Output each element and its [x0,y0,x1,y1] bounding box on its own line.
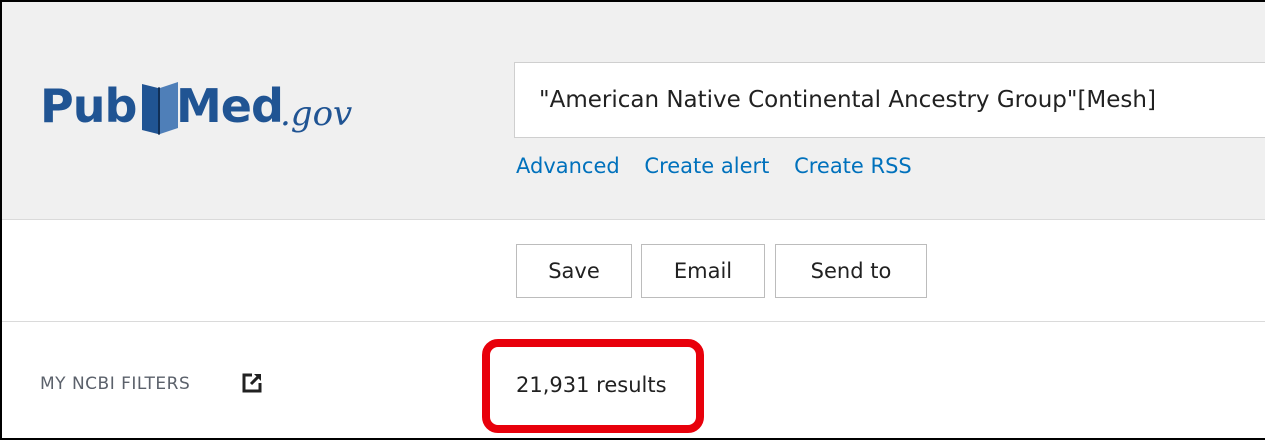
header: Pub Med .gov Advanced Create alert Creat… [2,2,1265,220]
save-button[interactable]: Save [516,244,632,298]
create-alert-link[interactable]: Create alert [644,154,769,178]
my-ncbi-filters-label[interactable]: MY NCBI FILTERS [40,374,190,394]
send-to-button[interactable]: Send to [775,244,927,298]
logo-pub-text: Pub [40,79,137,133]
pubmed-logo[interactable]: Pub Med .gov [40,78,400,138]
email-button[interactable]: Email [641,244,765,298]
page-frame: Pub Med .gov Advanced Create alert Creat… [0,0,1265,440]
logo-med-text: Med [176,79,284,133]
advanced-search-link[interactable]: Advanced [516,154,620,178]
create-rss-link[interactable]: Create RSS [794,154,912,178]
logo-gov-text: .gov [280,94,353,134]
search-links: Advanced Create alert Create RSS [516,154,930,178]
external-link-icon[interactable] [242,371,264,393]
results-actions-bar: Save Email Send to [2,220,1265,322]
search-input[interactable] [539,63,1265,137]
search-box[interactable] [514,62,1265,138]
results-highlight-annotation [482,339,704,433]
